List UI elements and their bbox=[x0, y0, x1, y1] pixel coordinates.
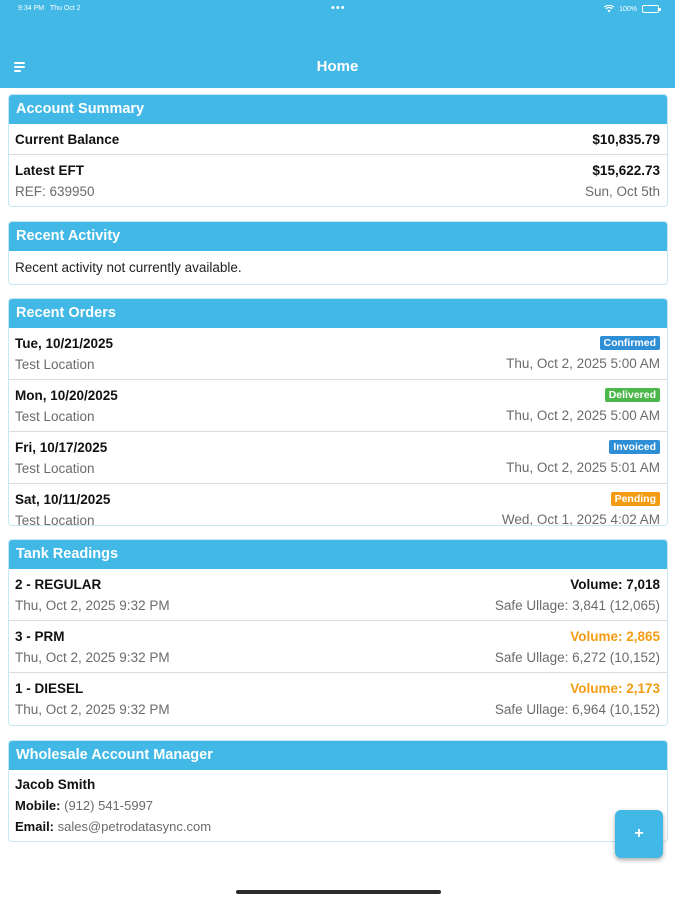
tank-timestamp: Thu, Oct 2, 2025 9:32 PM bbox=[15, 650, 170, 665]
order-timestamp: Thu, Oct 2, 2025 5:00 AM bbox=[506, 356, 660, 371]
mobile-value: (912) 541-5997 bbox=[64, 798, 154, 813]
order-row[interactable]: Mon, 10/20/2025 Delivered Test Location … bbox=[9, 380, 667, 432]
tank-row[interactable]: 3 - PRM Volume: 2,865 Thu, Oct 2, 2025 9… bbox=[9, 621, 667, 673]
tank-timestamp: Thu, Oct 2, 2025 9:32 PM bbox=[15, 702, 170, 717]
order-status-badge: Invoiced bbox=[609, 440, 660, 454]
top-bar: 9:34 PM Thu Oct 2 ••• 100% Home bbox=[0, 0, 675, 88]
order-date: Sat, 10/11/2025 bbox=[15, 492, 111, 507]
latest-eft-date: Sun, Oct 5th bbox=[584, 184, 660, 199]
current-balance-label: Current Balance bbox=[15, 132, 120, 147]
order-timestamp: Thu, Oct 2, 2025 5:00 AM bbox=[506, 408, 660, 423]
tank-readings-card: Tank Readings 2 - REGULAR Volume: 7,018 … bbox=[8, 539, 668, 726]
order-location: Test Location bbox=[15, 357, 95, 372]
order-location: Test Location bbox=[15, 409, 95, 424]
tank-name: 1 - DIESEL bbox=[15, 681, 84, 696]
recent-activity-header: Recent Activity bbox=[9, 222, 667, 251]
account-manager-header: Wholesale Account Manager bbox=[9, 741, 667, 770]
order-timestamp: Wed, Oct 1, 2025 4:02 AM bbox=[501, 512, 660, 526]
tank-name: 2 - REGULAR bbox=[15, 577, 102, 592]
manager-name: Jacob Smith bbox=[15, 777, 96, 792]
tank-ullage: Safe Ullage: 6,964 (10,152) bbox=[494, 702, 660, 717]
manager-mobile[interactable]: Mobile: (912) 541-5997 bbox=[15, 798, 153, 813]
account-manager-card: Wholesale Account Manager Jacob Smith Mo… bbox=[8, 740, 668, 842]
latest-eft-row[interactable]: Latest EFT $15,622.73 REF: 639950 Sun, O… bbox=[9, 155, 667, 206]
order-date: Fri, 10/17/2025 bbox=[15, 440, 108, 455]
order-status-badge: Confirmed bbox=[599, 336, 660, 350]
tank-name: 3 - PRM bbox=[15, 629, 65, 644]
plus-icon: + bbox=[634, 825, 644, 842]
order-location: Test Location bbox=[15, 513, 95, 526]
recent-activity-row: Recent activity not currently available. bbox=[9, 251, 667, 284]
status-right: 100% bbox=[604, 5, 661, 13]
order-status-badge: Delivered bbox=[604, 388, 660, 402]
latest-eft-ref: REF: 639950 bbox=[15, 184, 95, 199]
recent-orders-card: Recent Orders Tue, 10/21/2025 Confirmed … bbox=[8, 298, 668, 526]
tank-ullage: Safe Ullage: 6,272 (10,152) bbox=[494, 650, 660, 665]
tank-volume: Volume: 2,865 bbox=[570, 629, 660, 644]
tank-row[interactable]: 1 - DIESEL Volume: 2,173 Thu, Oct 2, 202… bbox=[9, 673, 667, 725]
mobile-label: Mobile: bbox=[15, 798, 61, 813]
tank-readings-header: Tank Readings bbox=[9, 540, 667, 569]
manager-email[interactable]: Email: sales@petrodatasync.com bbox=[15, 819, 211, 834]
recent-orders-header: Recent Orders bbox=[9, 299, 667, 328]
account-summary-header: Account Summary bbox=[9, 95, 667, 124]
recent-activity-message: Recent activity not currently available. bbox=[15, 260, 242, 275]
add-fab-button[interactable]: + bbox=[615, 810, 663, 858]
recent-activity-card: Recent Activity Recent activity not curr… bbox=[8, 221, 668, 285]
status-bar: 9:34 PM Thu Oct 2 ••• 100% bbox=[0, 2, 675, 15]
order-location: Test Location bbox=[15, 461, 95, 476]
order-row[interactable]: Tue, 10/21/2025 Confirmed Test Location … bbox=[9, 328, 667, 380]
order-row[interactable]: Fri, 10/17/2025 Invoiced Test Location T… bbox=[9, 432, 667, 484]
page-title: Home bbox=[316, 58, 359, 75]
account-summary-card: Account Summary Current Balance $10,835.… bbox=[8, 94, 668, 207]
order-status-badge: Pending bbox=[610, 492, 660, 506]
email-label: Email: bbox=[15, 819, 55, 834]
latest-eft-value: $15,622.73 bbox=[592, 163, 660, 178]
tank-volume: Volume: 7,018 bbox=[570, 577, 660, 592]
account-manager-details: Jacob Smith Mobile: (912) 541-5997 Email… bbox=[9, 770, 667, 841]
tank-ullage: Safe Ullage: 3,841 (12,065) bbox=[494, 598, 660, 613]
email-value: sales@petrodatasync.com bbox=[57, 819, 212, 834]
current-balance-row[interactable]: Current Balance $10,835.79 bbox=[9, 124, 667, 155]
current-balance-value: $10,835.79 bbox=[592, 132, 660, 147]
order-timestamp: Thu, Oct 2, 2025 5:01 AM bbox=[506, 460, 660, 475]
home-indicator[interactable] bbox=[236, 890, 441, 894]
status-time: 9:34 PM Thu Oct 2 bbox=[18, 5, 81, 12]
tank-row[interactable]: 2 - REGULAR Volume: 7,018 Thu, Oct 2, 20… bbox=[9, 569, 667, 621]
battery-icon bbox=[642, 5, 661, 13]
battery-percent: 100% bbox=[619, 5, 637, 13]
multitasking-dots-icon[interactable]: ••• bbox=[331, 2, 346, 14]
order-date: Tue, 10/21/2025 bbox=[15, 336, 114, 351]
order-date: Mon, 10/20/2025 bbox=[15, 388, 118, 403]
order-row[interactable]: Sat, 10/11/2025 Pending Test Location We… bbox=[9, 484, 667, 526]
latest-eft-label: Latest EFT bbox=[15, 163, 85, 178]
tank-timestamp: Thu, Oct 2, 2025 9:32 PM bbox=[15, 598, 170, 613]
tank-volume: Volume: 2,173 bbox=[570, 681, 660, 696]
wifi-icon bbox=[604, 5, 615, 13]
